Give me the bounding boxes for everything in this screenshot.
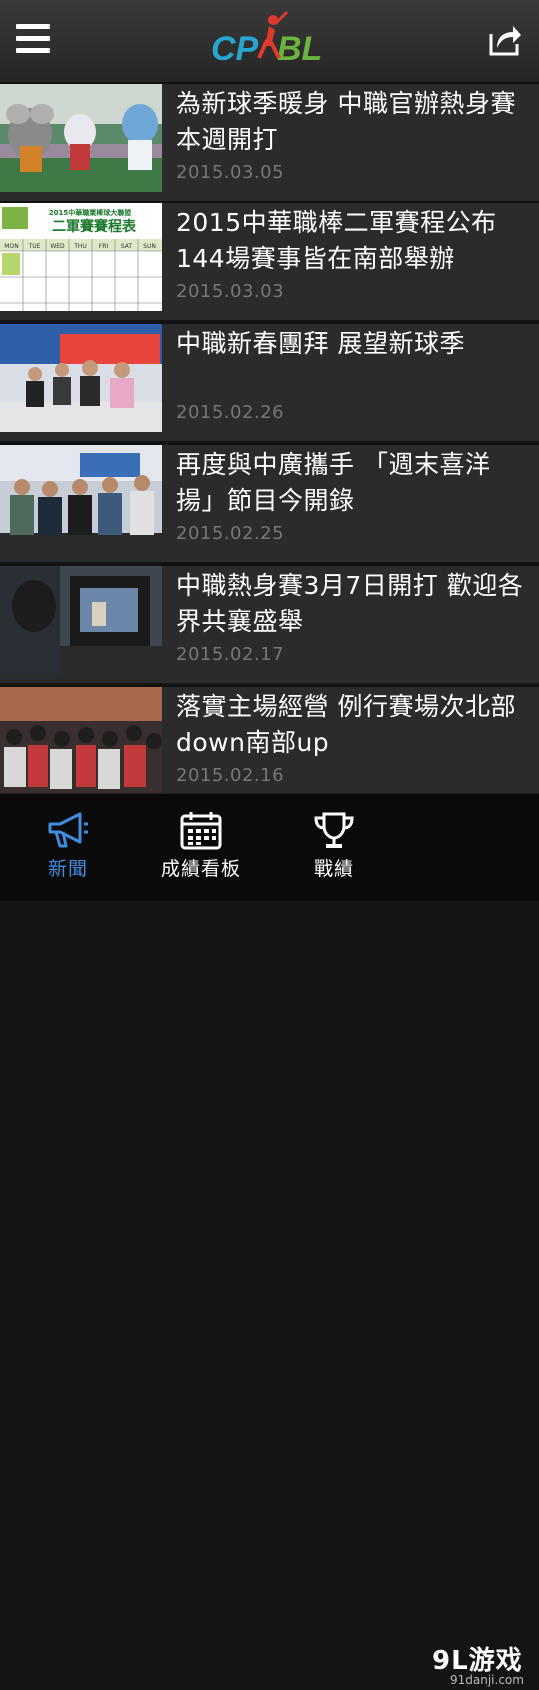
tab-news[interactable]: 新聞 xyxy=(20,794,116,901)
news-date: 2015.02.17 xyxy=(176,644,285,665)
news-item[interactable]: 落實主場經營 例行賽場次北部down南部up 2015.02.16 xyxy=(0,685,539,793)
menu-icon[interactable] xyxy=(16,24,50,54)
calendar-day-label: SAT xyxy=(121,243,133,250)
tab-standings[interactable]: 戰績 xyxy=(290,794,378,901)
news-date: 2015.03.05 xyxy=(176,162,285,183)
news-item[interactable]: 中職新春團拜 展望新球季 2015.02.26 xyxy=(0,322,539,441)
news-thumbnail xyxy=(0,324,162,432)
news-date: 2015.02.26 xyxy=(176,402,285,423)
news-thumbnail xyxy=(0,566,162,674)
news-title: 中職新春團拜 展望新球季 xyxy=(176,329,465,358)
share-icon[interactable] xyxy=(487,22,523,58)
news-title: 2015中華職棒二軍賽程公布 144場賽事皆在南部舉辦 xyxy=(176,208,497,273)
news-title: 落實主場經營 例行賽場次北部down南部up xyxy=(176,692,516,757)
watermark: 9L游戏 91danji.com xyxy=(432,1640,532,1690)
calendar-day-label: WED xyxy=(50,243,65,250)
news-thumbnail xyxy=(0,687,162,793)
calendar-day-label: THU xyxy=(73,243,87,250)
news-item[interactable]: 為新球季暖身 中職官辦熱身賽本週開打 2015.03.05 xyxy=(0,82,539,201)
bottom-tab-bar: 新聞 成績看板 戰績 9L游戏 91danji.com xyxy=(0,793,539,1687)
calendar-day-label: SUN xyxy=(143,243,156,250)
news-thumbnail xyxy=(0,445,162,553)
calendar-day-label: FRI xyxy=(99,243,109,250)
svg-text:CP: CP xyxy=(211,30,259,68)
news-list: 為新球季暖身 中職官辦熱身賽本週開打 2015.03.05 2015中華職業棒球… xyxy=(0,82,539,793)
news-item[interactable]: 中職熱身賽3月7日開打 歡迎各界共襄盛舉 2015.02.17 xyxy=(0,564,539,683)
calendar-banner-main: 二軍賽賽程表 xyxy=(52,218,137,235)
megaphone-icon xyxy=(48,812,88,848)
news-title: 再度與中廣攜手 「週末喜洋揚」節目今開錄 xyxy=(176,450,491,515)
tab-label: 新聞 xyxy=(47,858,88,880)
watermark-url: 91danji.com xyxy=(450,1673,524,1687)
watermark-logo: 9L游戏 xyxy=(432,1646,523,1676)
news-thumbnail xyxy=(0,84,162,192)
calendar-day-label: TUE xyxy=(28,243,41,250)
news-title: 為新球季暖身 中職官辦熱身賽本週開打 xyxy=(176,89,516,154)
news-item[interactable]: 2015中華職業棒球大聯盟 二軍賽賽程表 MON TUE WED THU FRI SAT S… xyxy=(0,201,539,320)
tab-label: 戰績 xyxy=(313,858,354,880)
svg-text:BL: BL xyxy=(277,30,322,68)
calendar-banner-top: 2015中華職業棒球大聯盟 xyxy=(49,208,131,217)
news-thumbnail: 2015中華職業棒球大聯盟 二軍賽賽程表 MON TUE WED THU FRI SAT S… xyxy=(0,203,162,311)
news-title: 中職熱身賽3月7日開打 歡迎各界共襄盛舉 xyxy=(176,571,524,636)
calendar-icon xyxy=(180,812,222,850)
news-date: 2015.03.03 xyxy=(176,281,285,302)
top-bar: CP BL xyxy=(0,0,539,82)
news-date: 2015.02.16 xyxy=(176,765,285,786)
tab-label: 成績看板 xyxy=(160,858,241,880)
trophy-icon xyxy=(314,812,354,848)
calendar-day-label: MON xyxy=(4,243,18,250)
news-date: 2015.02.25 xyxy=(176,523,285,544)
tab-scoreboard[interactable]: 成績看板 xyxy=(140,794,262,901)
news-item[interactable]: 再度與中廣攜手 「週末喜洋揚」節目今開錄 2015.02.25 xyxy=(0,443,539,562)
cpbl-logo: CP BL xyxy=(211,10,322,68)
